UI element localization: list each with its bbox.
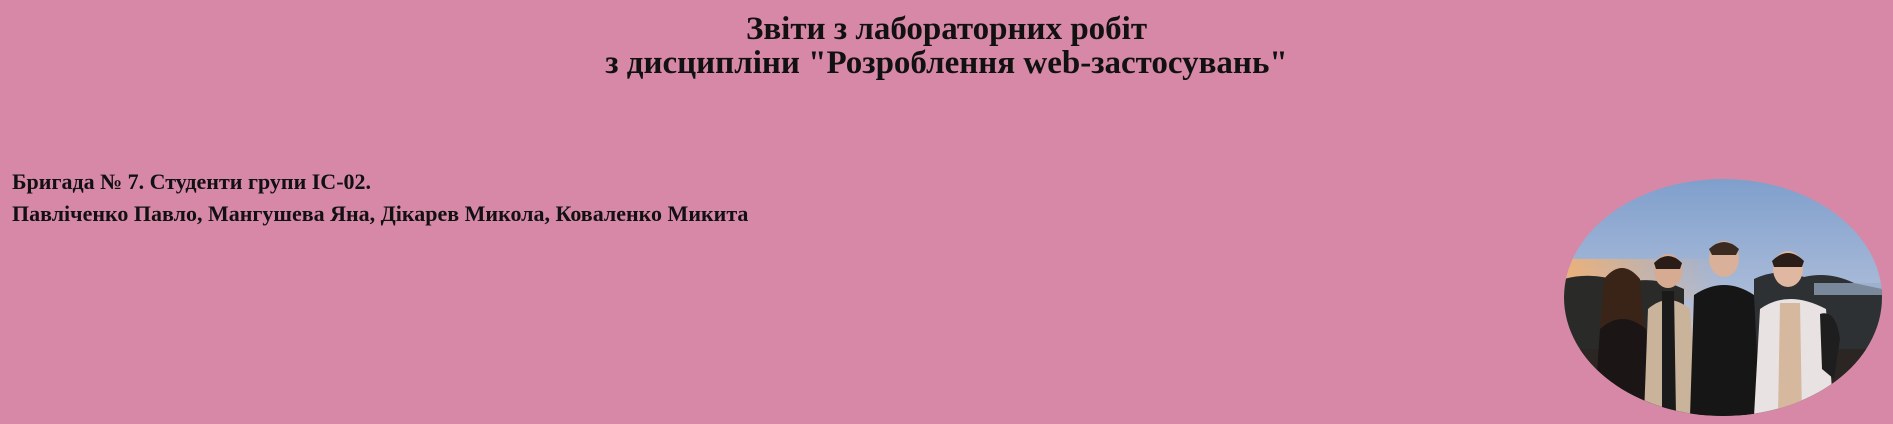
team-photo-image — [1564, 179, 1882, 416]
team-photo — [1564, 179, 1882, 416]
team-members-line: Павліченко Павло, Мангушева Яна, Дікарев… — [12, 201, 749, 226]
page-title-line2: з дисципліни "Розроблення web-застосуван… — [605, 45, 1288, 81]
page-title-line1: Звіти з лабораторних робіт — [745, 11, 1148, 47]
page-title: Звіти з лабораторних робіт з дисципліни … — [0, 12, 1893, 80]
team-brigade-line: Бригада № 7. Студенти групи ІС-02. — [12, 169, 372, 194]
team-info: Бригада № 7. Студенти групи ІС-02. Павлі… — [12, 166, 748, 230]
